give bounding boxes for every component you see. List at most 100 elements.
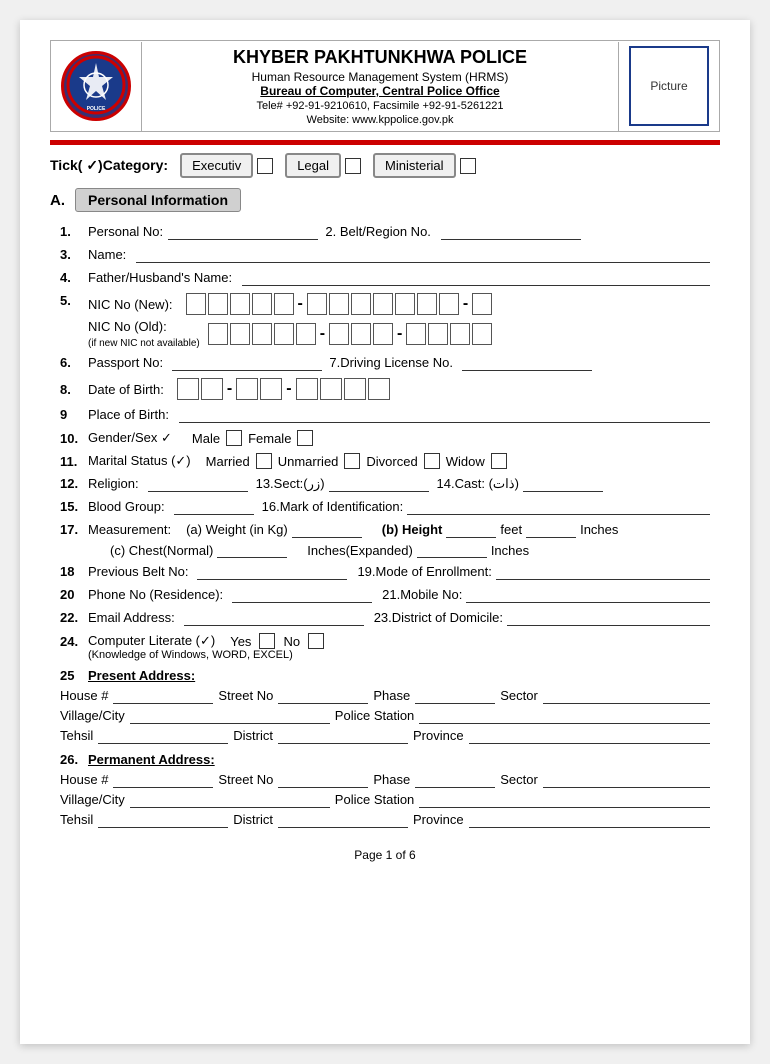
present-village-input[interactable] — [130, 708, 330, 723]
dob-d2[interactable] — [201, 378, 223, 400]
marital-widow-check[interactable] — [491, 453, 507, 469]
cast-input[interactable] — [523, 476, 603, 492]
nic-new-c6[interactable] — [307, 293, 327, 315]
present-sector-field[interactable] — [543, 688, 710, 704]
nic-old-c5[interactable] — [296, 323, 316, 345]
perm-village-input[interactable] — [130, 792, 330, 807]
dob-m1[interactable] — [236, 378, 258, 400]
nic-new-c7[interactable] — [329, 293, 349, 315]
category-executiv-btn[interactable]: Executiv — [180, 153, 253, 178]
present-village-field[interactable] — [130, 708, 330, 724]
passport-input[interactable] — [172, 355, 322, 371]
weight-input[interactable] — [292, 522, 362, 538]
perm-sector-input[interactable] — [543, 772, 710, 787]
mobile-input[interactable] — [466, 587, 710, 603]
nic-new-c13[interactable] — [472, 293, 492, 315]
perm-village-field[interactable] — [130, 792, 330, 808]
dob-m2[interactable] — [260, 378, 282, 400]
mark-identification-input[interactable] — [407, 499, 710, 515]
nic-new-c5[interactable] — [274, 293, 294, 315]
height-inches-input[interactable] — [526, 522, 576, 538]
dob-y4[interactable] — [368, 378, 390, 400]
category-ministerial-check[interactable] — [460, 158, 476, 174]
marital-unmarried-check[interactable] — [344, 453, 360, 469]
phone-residence-input[interactable] — [232, 587, 372, 603]
present-house-field[interactable] — [113, 688, 213, 704]
category-legal-check[interactable] — [345, 158, 361, 174]
nic-old-c9[interactable] — [406, 323, 426, 345]
category-legal-btn[interactable]: Legal — [285, 153, 341, 178]
nic-old-c4[interactable] — [274, 323, 294, 345]
present-street-input[interactable] — [278, 688, 368, 703]
present-tehsil-field[interactable] — [98, 728, 228, 744]
belt-region-input[interactable] — [441, 224, 581, 240]
name-field[interactable] — [136, 247, 710, 263]
sect-input[interactable] — [329, 476, 429, 492]
perm-street-field[interactable] — [278, 772, 368, 788]
nic-old-c8[interactable] — [373, 323, 393, 345]
present-district-field[interactable] — [278, 728, 408, 744]
dob-y3[interactable] — [344, 378, 366, 400]
name-input[interactable] — [136, 247, 710, 262]
nic-old-c10[interactable] — [428, 323, 448, 345]
gender-female-check[interactable] — [297, 430, 313, 446]
prev-belt-input[interactable] — [197, 564, 347, 580]
dob-d1[interactable] — [177, 378, 199, 400]
nic-old-c3[interactable] — [252, 323, 272, 345]
perm-ps-field[interactable] — [419, 792, 710, 808]
perm-house-field[interactable] — [113, 772, 213, 788]
perm-province-input[interactable] — [469, 812, 710, 827]
nic-new-c8[interactable] — [351, 293, 371, 315]
category-ministerial-btn[interactable]: Ministerial — [373, 153, 456, 178]
height-feet-input[interactable] — [446, 522, 496, 538]
present-province-field[interactable] — [469, 728, 710, 744]
category-executiv-check[interactable] — [257, 158, 273, 174]
blood-group-input[interactable] — [174, 499, 254, 515]
perm-tehsil-field[interactable] — [98, 812, 228, 828]
present-ps-field[interactable] — [419, 708, 710, 724]
nic-old-c2[interactable] — [230, 323, 250, 345]
religion-input[interactable] — [148, 476, 248, 492]
present-ps-input[interactable] — [419, 708, 710, 723]
perm-tehsil-input[interactable] — [98, 812, 228, 827]
gender-male-check[interactable] — [226, 430, 242, 446]
nic-new-c3[interactable] — [230, 293, 250, 315]
present-house-input[interactable] — [113, 688, 213, 703]
present-province-input[interactable] — [469, 728, 710, 743]
present-sector-input[interactable] — [543, 688, 710, 703]
perm-phase-input[interactable] — [415, 772, 495, 787]
marital-married-check[interactable] — [256, 453, 272, 469]
nic-new-c12[interactable] — [439, 293, 459, 315]
nic-old-c11[interactable] — [450, 323, 470, 345]
computer-no-check[interactable] — [308, 633, 324, 649]
marital-divorced-check[interactable] — [424, 453, 440, 469]
present-district-input[interactable] — [278, 728, 408, 743]
driving-license-input[interactable] — [462, 355, 592, 371]
mode-enrollment-input[interactable] — [496, 564, 710, 580]
present-street-field[interactable] — [278, 688, 368, 704]
nic-new-c1[interactable] — [186, 293, 206, 315]
perm-province-field[interactable] — [469, 812, 710, 828]
perm-district-field[interactable] — [278, 812, 408, 828]
nic-old-c12[interactable] — [472, 323, 492, 345]
father-name-input[interactable] — [242, 270, 710, 286]
perm-sector-field[interactable] — [543, 772, 710, 788]
perm-phase-field[interactable] — [415, 772, 495, 788]
chest-normal-input[interactable] — [217, 542, 287, 558]
perm-house-input[interactable] — [113, 772, 213, 787]
present-phase-field[interactable] — [415, 688, 495, 704]
nic-old-c7[interactable] — [351, 323, 371, 345]
present-tehsil-input[interactable] — [98, 728, 228, 743]
nic-old-c1[interactable] — [208, 323, 228, 345]
present-phase-input[interactable] — [415, 688, 495, 703]
email-input[interactable] — [184, 610, 364, 626]
perm-district-input[interactable] — [278, 812, 408, 827]
nic-old-c6[interactable] — [329, 323, 349, 345]
nic-new-c9[interactable] — [373, 293, 393, 315]
nic-new-c10[interactable] — [395, 293, 415, 315]
dob-y2[interactable] — [320, 378, 342, 400]
nic-new-c4[interactable] — [252, 293, 272, 315]
computer-yes-check[interactable] — [259, 633, 275, 649]
personal-no-input[interactable] — [168, 224, 318, 240]
district-domicile-input[interactable] — [507, 610, 710, 626]
